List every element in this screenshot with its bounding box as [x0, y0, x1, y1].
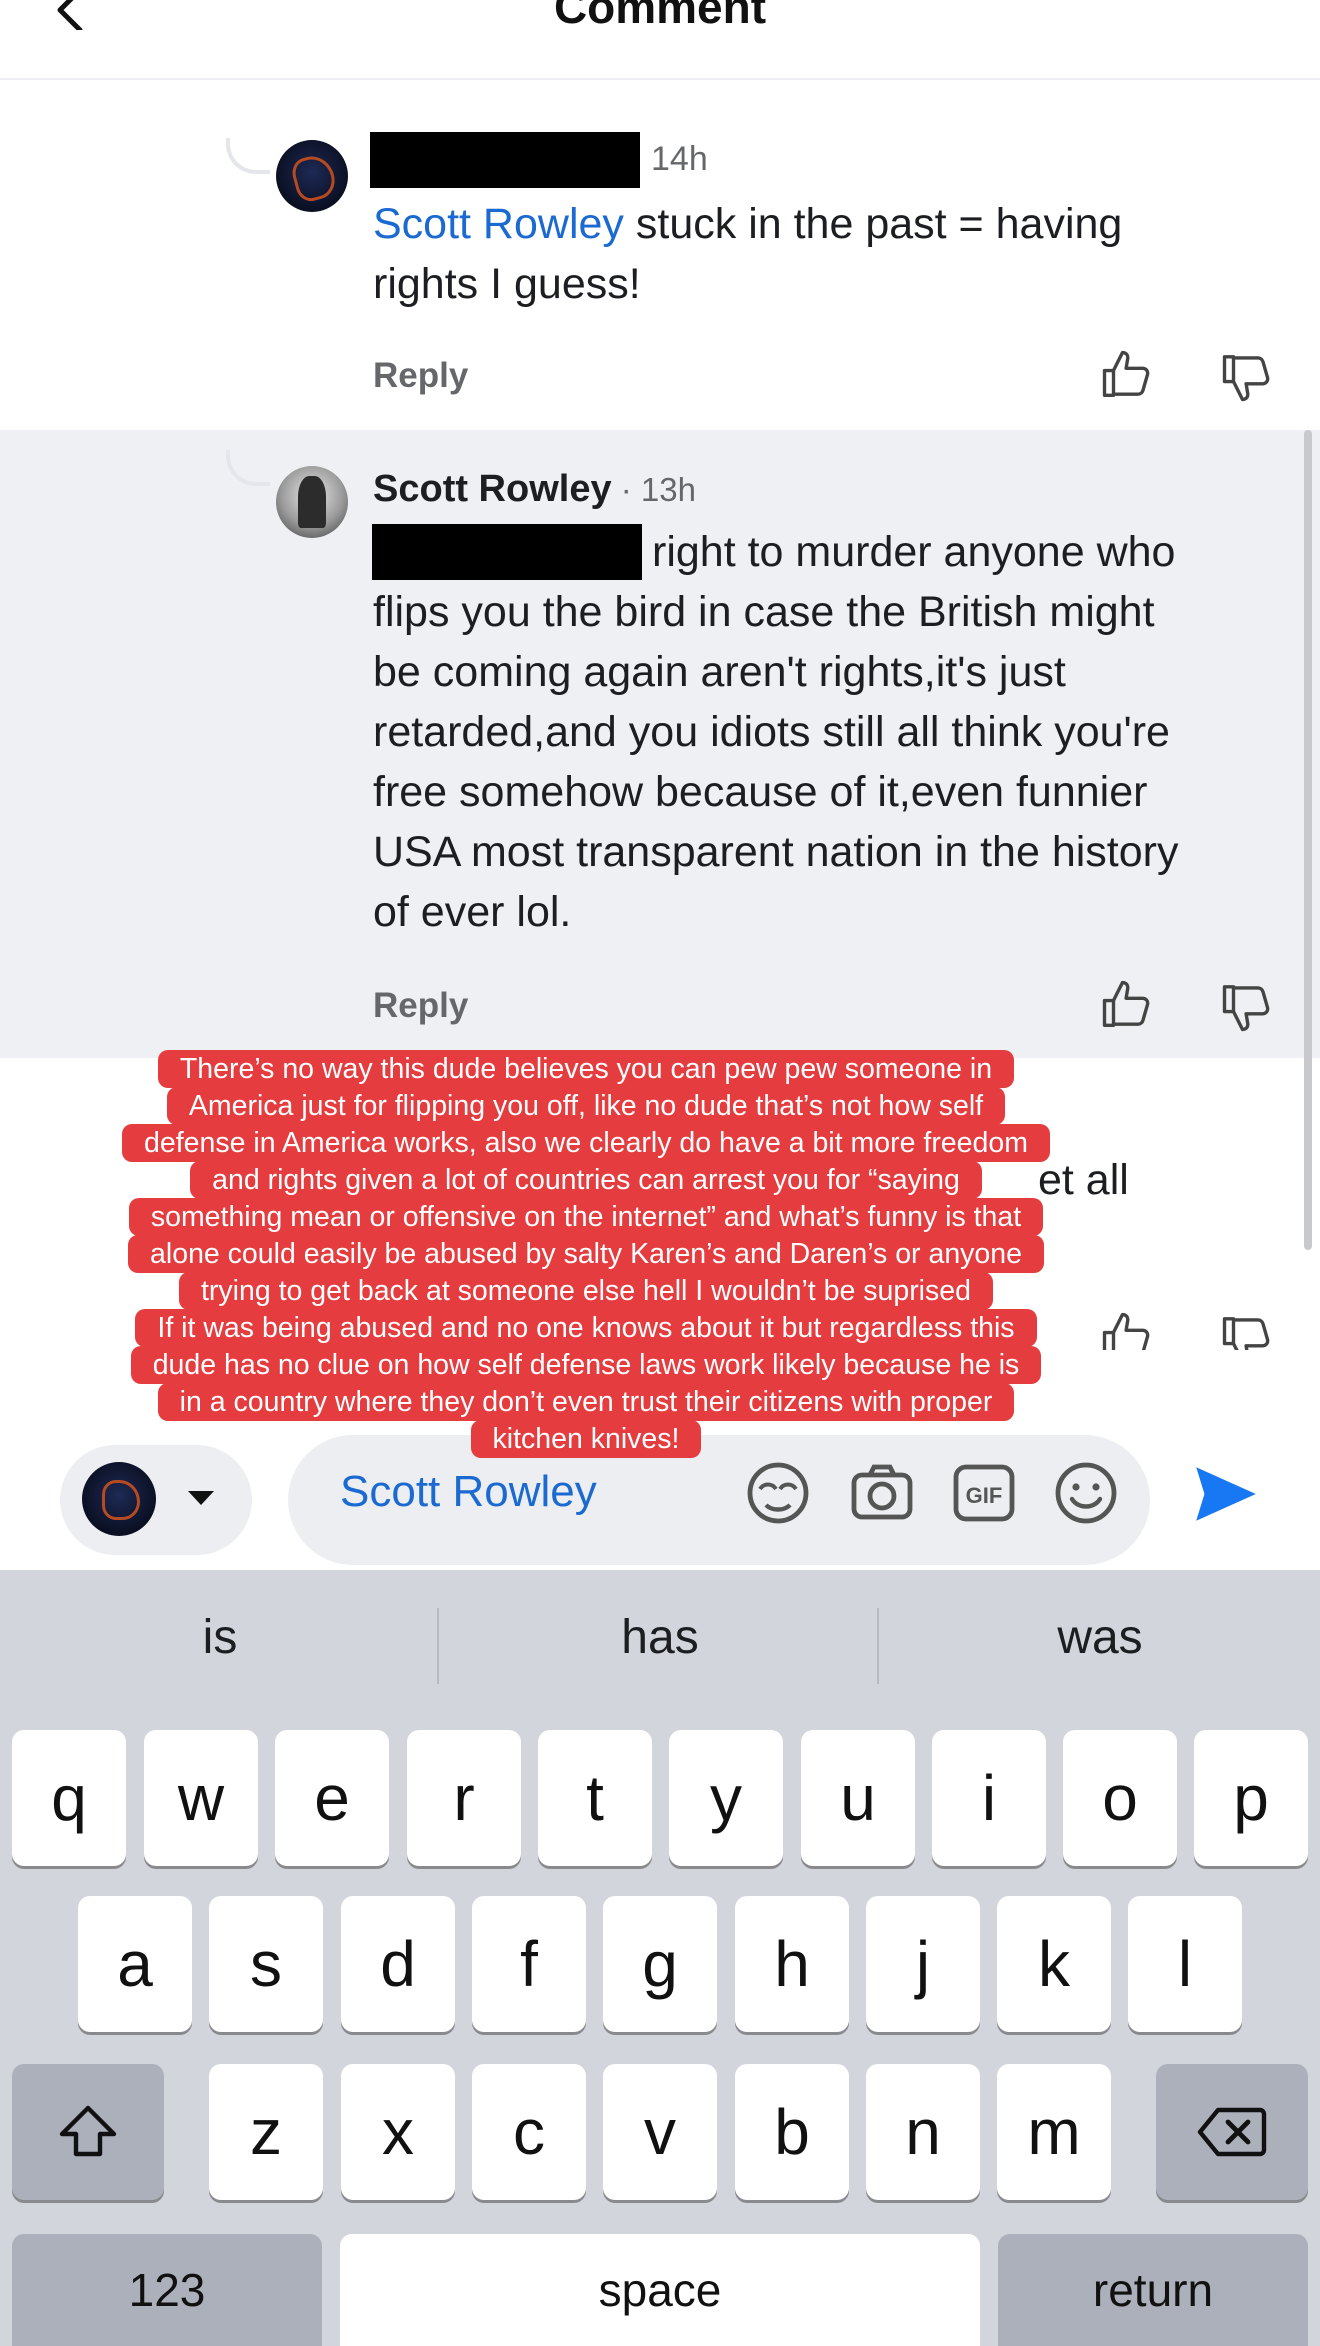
profile-switcher[interactable]	[60, 1445, 252, 1555]
comment: Scott Rowley · 13h right to murder anyon…	[0, 430, 1320, 1058]
suggestion-item[interactable]: is	[0, 1610, 440, 1665]
camera-icon[interactable]	[846, 1457, 918, 1529]
key-q[interactable]: q	[12, 1730, 126, 1866]
key-z[interactable]: z	[209, 2064, 323, 2200]
caption-line: trying to get back at someone else hell …	[179, 1272, 993, 1310]
caption-line: dude has no clue on how self defense law…	[130, 1346, 1042, 1384]
shift-icon	[59, 2105, 117, 2157]
space-key[interactable]: space	[340, 2234, 980, 2346]
like-icon[interactable]	[1100, 348, 1154, 402]
caption-line: alone could easily be abused by salty Ka…	[128, 1235, 1044, 1273]
numbers-key[interactable]: 123	[12, 2234, 322, 2346]
avatar-sticker-icon[interactable]	[742, 1457, 814, 1529]
key-e[interactable]: e	[275, 1730, 389, 1866]
key-h[interactable]: h	[735, 1896, 849, 2032]
caption-line: defense in America works, also we clearl…	[122, 1124, 1050, 1162]
key-g[interactable]: g	[603, 1896, 717, 2032]
key-x[interactable]: x	[341, 2064, 455, 2200]
thread-connector	[226, 138, 270, 174]
dislike-icon[interactable]	[1220, 1312, 1274, 1350]
suggestion-item[interactable]: has	[440, 1610, 880, 1665]
key-b[interactable]: b	[735, 2064, 849, 2200]
comment-input-value: Scott Rowley	[340, 1467, 597, 1516]
caption-line: America just for flipping you off, like …	[166, 1087, 1006, 1125]
suggestion-bar: is has was	[0, 1570, 1320, 1720]
caption-line: If it was being abused and no one knows …	[135, 1309, 1037, 1347]
comment-text-first-line: right to murder anyone who	[652, 528, 1176, 576]
return-key[interactable]: return	[998, 2234, 1308, 2346]
avatar	[82, 1462, 156, 1536]
comment-time: 14h	[651, 140, 708, 178]
caption-line: There’s no way this dude believes you ca…	[157, 1050, 1015, 1088]
key-t[interactable]: t	[538, 1730, 652, 1866]
mention-link[interactable]: Scott Rowley	[373, 200, 624, 248]
caption-line: in a country where they don’t even trust…	[157, 1383, 1015, 1421]
caption-line: and rights given a lot of countries can …	[190, 1161, 982, 1199]
key-r[interactable]: r	[407, 1730, 521, 1866]
key-u[interactable]: u	[801, 1730, 915, 1866]
key-p[interactable]: p	[1194, 1730, 1308, 1866]
divider	[437, 1608, 439, 1684]
avatar[interactable]	[276, 466, 348, 538]
comment-author[interactable]: Scott Rowley · 13h	[373, 468, 696, 511]
redacted-mention	[372, 524, 642, 580]
key-i[interactable]: i	[932, 1730, 1046, 1866]
like-icon[interactable]	[1100, 978, 1154, 1032]
divider	[877, 1608, 879, 1684]
comment-text: flips you the bird in case the British m…	[373, 588, 1179, 936]
reply-button[interactable]: Reply	[373, 986, 468, 1026]
caption-overlay: There’s no way this dude believes you ca…	[56, 1050, 1116, 1458]
key-m[interactable]: m	[997, 2064, 1111, 2200]
key-l[interactable]: l	[1128, 1896, 1242, 2032]
key-f[interactable]: f	[472, 1896, 586, 2032]
backspace-key[interactable]	[1156, 2064, 1308, 2200]
gif-icon[interactable]: GIF	[948, 1457, 1020, 1529]
key-o[interactable]: o	[1063, 1730, 1177, 1866]
send-icon[interactable]	[1188, 1457, 1262, 1531]
key-n[interactable]: n	[866, 2064, 980, 2200]
redacted-author	[370, 132, 640, 188]
suggestion-item[interactable]: was	[880, 1610, 1320, 1665]
caret-down-icon	[188, 1491, 214, 1505]
backspace-icon	[1197, 2107, 1267, 2157]
dislike-icon[interactable]	[1220, 980, 1274, 1034]
scrollbar[interactable]	[1304, 430, 1312, 1250]
caption-line: something mean or offensive on the inter…	[128, 1198, 1044, 1236]
dislike-icon[interactable]	[1220, 350, 1274, 404]
emoji-icon[interactable]	[1050, 1457, 1122, 1529]
comment-text: Scott Rowley stuck in the past = having r…	[373, 200, 1123, 308]
key-a[interactable]: a	[78, 1896, 192, 2032]
key-v[interactable]: v	[603, 2064, 717, 2200]
thread-connector	[226, 450, 270, 486]
header: Comment	[0, 0, 1320, 80]
key-j[interactable]: j	[866, 1896, 980, 2032]
reply-button[interactable]: Reply	[373, 356, 468, 396]
comment: 14h Scott Rowley stuck in the past = hav…	[0, 82, 1320, 430]
key-w[interactable]: w	[144, 1730, 258, 1866]
caption-line: kitchen knives!	[470, 1420, 702, 1458]
key-k[interactable]: k	[997, 1896, 1111, 2032]
shift-key[interactable]	[12, 2064, 164, 2200]
page-title: Comment	[553, 0, 767, 33]
key-y[interactable]: y	[669, 1730, 783, 1866]
key-c[interactable]: c	[472, 2064, 586, 2200]
key-d[interactable]: d	[341, 1896, 455, 2032]
svg-text:GIF: GIF	[966, 1483, 1003, 1508]
avatar[interactable]	[276, 140, 348, 212]
key-s[interactable]: s	[209, 1896, 323, 2032]
keyboard: is has was q w e r t y u i o p a s d f g…	[0, 1570, 1320, 2346]
